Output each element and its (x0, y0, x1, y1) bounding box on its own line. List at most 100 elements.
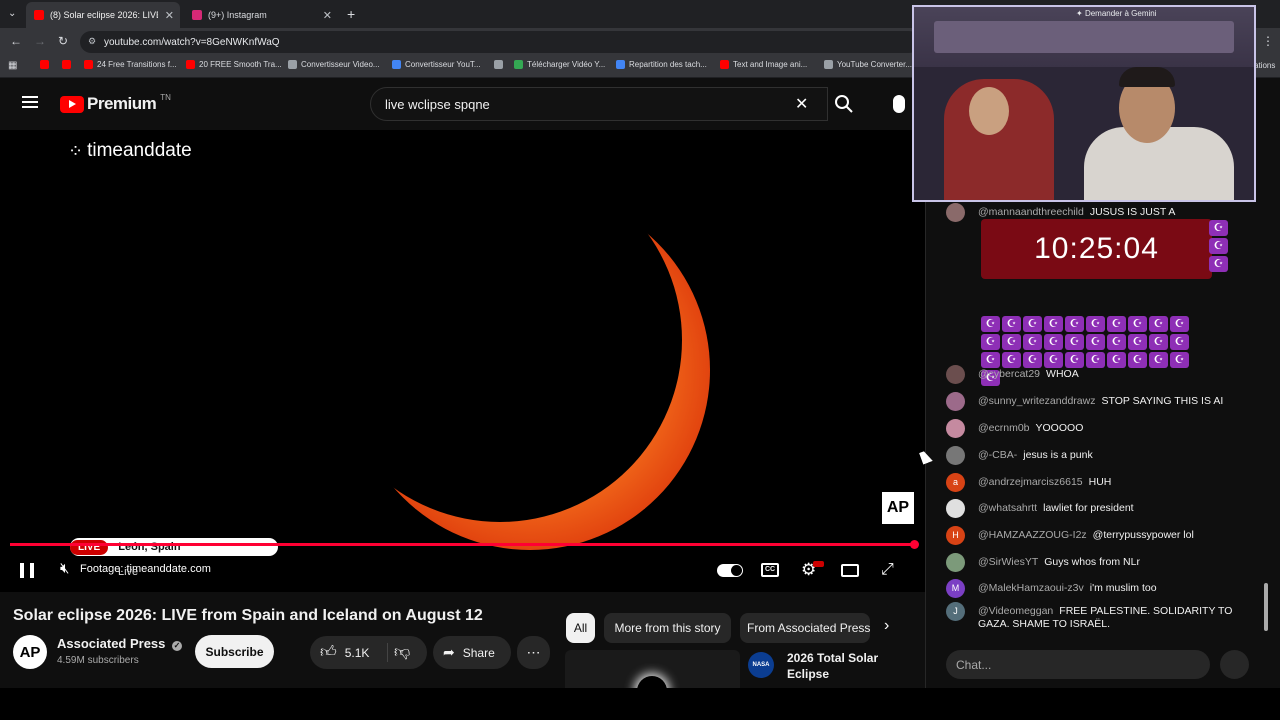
apps-icon[interactable]: ▦ (8, 60, 17, 71)
youtube-icon (34, 10, 44, 20)
avatar[interactable] (946, 553, 965, 572)
pause-icon (20, 563, 24, 578)
all-bookmarks-label[interactable]: ations (1254, 61, 1275, 70)
thumbs-down-icon[interactable]: 👎︎ (394, 643, 410, 662)
bookmark-item[interactable] (40, 60, 53, 69)
gemini-button[interactable]: ✦ Demander à Gemini (1076, 9, 1157, 18)
chat-author[interactable]: @cybercat29 (978, 368, 1040, 380)
live-badge: LIVE (70, 539, 109, 555)
site-info-icon[interactable]: ⚙ (88, 36, 96, 47)
youtube-icon (720, 60, 729, 69)
bookmark-item[interactable]: YouTube Converter... (824, 60, 912, 69)
bookmark-item[interactable]: Text and Image ani... (720, 60, 807, 69)
chat-text: Guys whos from NLr (1044, 556, 1140, 568)
avatar[interactable] (946, 392, 965, 411)
footage-credit: Footage: timeanddate.com (80, 563, 211, 575)
more-actions-button[interactable]: ⋯ (517, 636, 550, 669)
avatar[interactable]: a (946, 473, 965, 492)
close-tab-icon[interactable]: ✕ (323, 9, 332, 22)
related-title[interactable]: 2026 Total Solar Eclipse (787, 650, 897, 682)
back-icon[interactable]: ← (10, 34, 22, 48)
emoji-icon: ☪ (1002, 334, 1021, 350)
subscribe-button[interactable]: Subscribe (195, 635, 274, 668)
tab-instagram[interactable]: (9+) Instagram ✕ (184, 2, 338, 28)
nasa-logo[interactable]: NASA (748, 652, 774, 678)
theater-mode-icon[interactable] (841, 564, 859, 577)
chat-author[interactable]: @Videomeggan (978, 605, 1053, 617)
tab-list-icon[interactable]: ⌄ (8, 8, 16, 19)
chat-text: STOP SAYING THIS IS AI (1101, 395, 1224, 407)
bookmark-item[interactable] (62, 60, 75, 69)
bookmark-item[interactable]: 20 FREE Smooth Tra... (186, 60, 282, 69)
channel-name[interactable]: Associated Press ✓ (57, 636, 183, 651)
globe-icon (494, 60, 503, 69)
bookmark-item[interactable]: Convertisseur Video... (288, 60, 380, 69)
chat-author[interactable]: @sunny_writezanddrawz (978, 395, 1095, 407)
voice-search-icon[interactable] (893, 95, 905, 113)
chat-text: WHOA (1046, 368, 1079, 380)
bookmark-item[interactable] (494, 60, 507, 69)
avatar[interactable]: M (946, 579, 965, 598)
chip-all[interactable]: All (566, 613, 595, 643)
chip-more-from-story[interactable]: More from this story (604, 613, 731, 643)
chat-author[interactable]: @MalekHamzaoui-z3v (978, 582, 1084, 594)
forward-icon[interactable]: → (34, 34, 46, 48)
chat-author[interactable]: @andrzejmarcisz6615 (978, 476, 1083, 488)
chat-author[interactable]: @ecrnm0b (978, 422, 1030, 434)
chat-scrollbar[interactable] (1264, 583, 1268, 631)
chevron-right-icon[interactable]: › (884, 617, 889, 635)
live-indicator[interactable]: Live (118, 566, 138, 578)
chat-body: @cybercat29 WHOA (978, 368, 1079, 384)
address-bar[interactable]: ⚙ youtube.com/watch?v=8GeNWKnfWaQ (80, 31, 920, 53)
progress-handle[interactable] (910, 540, 919, 549)
close-tab-icon[interactable]: ✕ (165, 9, 174, 22)
clear-search-icon[interactable]: ✕ (795, 94, 808, 114)
youtube-logo[interactable]: Premium TN (60, 93, 171, 114)
chat-input[interactable]: Chat... (946, 650, 1210, 679)
hamburger-menu-icon[interactable] (22, 96, 38, 108)
progress-bar[interactable] (10, 540, 919, 549)
avatar[interactable] (946, 446, 965, 465)
chip-from-associated-press[interactable]: From Associated Press (740, 613, 870, 643)
captions-icon[interactable]: CC (761, 563, 779, 577)
avatar[interactable] (946, 499, 965, 518)
fullscreen-icon[interactable]: ⤢ (881, 561, 894, 579)
chat-author[interactable]: @whatsahrtt (978, 502, 1037, 514)
share-button[interactable]: ➦ Share (433, 636, 511, 669)
tab-youtube[interactable]: (8) Solar eclipse 2026: LIVE from ✕ (26, 2, 180, 28)
emoji-icon: ☪ (1149, 334, 1168, 350)
new-tab-icon[interactable]: + (347, 6, 355, 22)
avatar[interactable] (946, 365, 965, 384)
avatar[interactable]: H (946, 526, 965, 545)
chat-author[interactable]: @-CBA- (978, 449, 1017, 461)
subscriber-count: 4.59M subscribers (57, 655, 139, 666)
download-icon (514, 60, 523, 69)
search-button[interactable] (825, 87, 863, 121)
youtube-icon (62, 60, 71, 69)
bookmark-item[interactable]: Télécharger Vidéo Y... (514, 60, 605, 69)
logo-text: Premium (87, 94, 157, 113)
related-thumbnail[interactable] (565, 650, 740, 690)
pause-button[interactable] (20, 563, 34, 578)
reload-icon[interactable]: ↻ (58, 34, 68, 48)
autoplay-toggle[interactable] (717, 564, 743, 577)
avatar[interactable]: J (946, 602, 965, 621)
bookmark-item[interactable]: 24 Free Transitions f... (84, 60, 177, 69)
chat-author[interactable]: @HAMZAAZZOUG-I2z (978, 529, 1087, 541)
send-button[interactable] (1220, 650, 1249, 679)
menu-icon[interactable]: ⋮ (1262, 34, 1274, 48)
mute-button[interactable]: 🔇︎ (60, 560, 69, 577)
search-input[interactable]: live wclipse spqne ✕ (370, 87, 828, 121)
chat-body: @sunny_writezanddrawz STOP SAYING THIS IS… (978, 395, 1223, 411)
emoji-icon: ☪ (1023, 352, 1042, 368)
avatar[interactable] (946, 419, 965, 438)
chat-author[interactable]: @SirWiesYT (978, 556, 1038, 568)
location-lower-third: LIVE León, Spain (70, 538, 278, 556)
bookmark-item[interactable]: Repartition des tach... (616, 60, 707, 69)
channel-avatar[interactable]: AP (13, 635, 47, 669)
video-player[interactable]: ⁘ timeanddate AP LIVE León, Spain 🔇︎ Foo… (0, 130, 925, 592)
emoji-icon: ☪ (1002, 316, 1021, 332)
url-text: youtube.com/watch?v=8GeNWKnfWaQ (104, 36, 280, 48)
like-button[interactable]: 👍︎ 5.1K 👎︎ (310, 636, 427, 669)
bookmark-item[interactable]: Convertisseur YouT... (392, 60, 481, 69)
